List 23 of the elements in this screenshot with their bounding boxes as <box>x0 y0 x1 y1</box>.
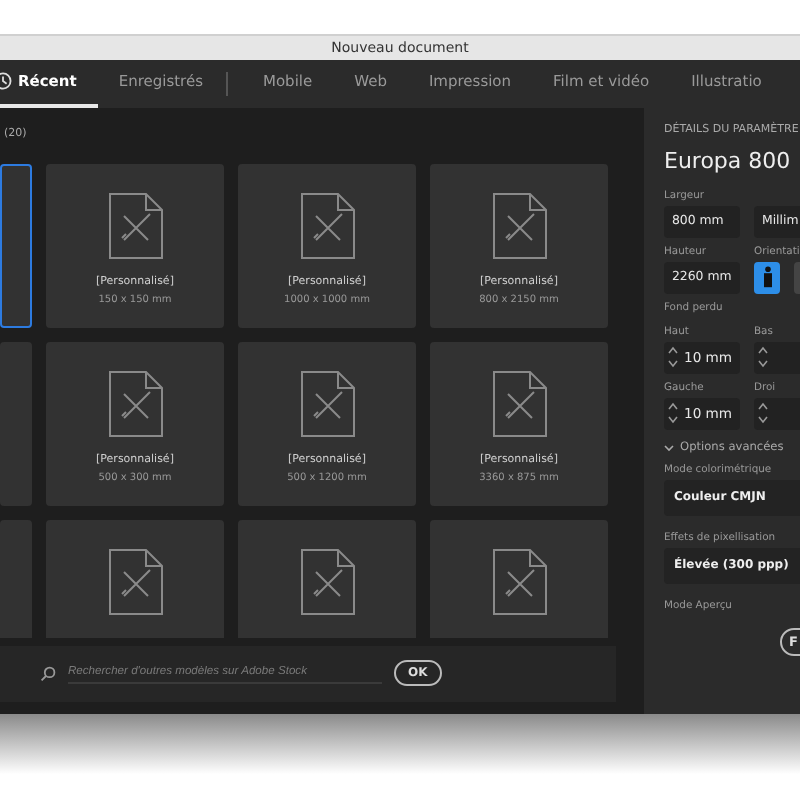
document-pencil-icon <box>299 369 355 438</box>
stepper-arrows-icon <box>668 402 678 425</box>
chevron-icon <box>664 443 674 452</box>
stepper-arrows-icon <box>758 402 768 425</box>
portrait-button[interactable] <box>754 261 780 294</box>
document-pencil-icon <box>107 369 163 438</box>
document-pencil-icon <box>491 547 547 616</box>
document-pencil-icon <box>491 369 547 438</box>
preset-name[interactable]: Europa 800 <box>664 147 800 174</box>
template-card[interactable] <box>46 519 224 638</box>
document-pencil-icon <box>107 191 163 260</box>
clock-icon <box>0 72 12 91</box>
stepper-arrows-icon <box>758 346 768 369</box>
template-card[interactable] <box>238 519 416 638</box>
template-card[interactable] <box>0 163 32 328</box>
person-icon <box>761 266 773 289</box>
document-pencil-icon <box>299 547 355 616</box>
search-icon <box>40 665 56 682</box>
document-pencil-icon <box>107 547 163 616</box>
document-pencil-icon <box>299 191 355 260</box>
stepper-arrows-icon <box>668 346 678 369</box>
document-pencil-icon <box>491 191 547 260</box>
template-card[interactable] <box>430 519 608 638</box>
